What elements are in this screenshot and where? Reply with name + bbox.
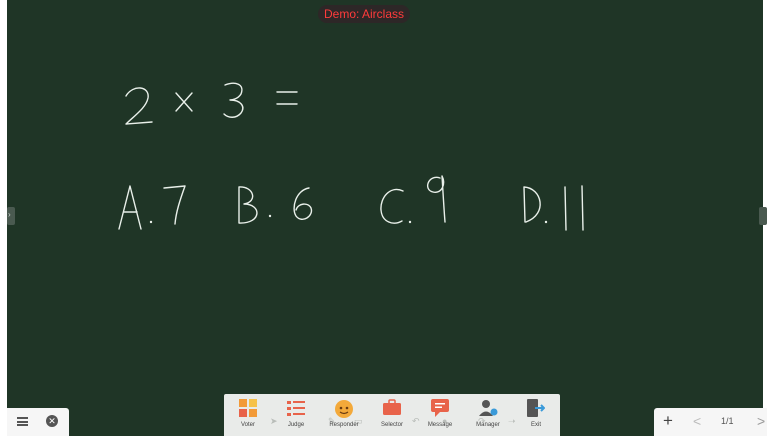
ink-digit-1b <box>581 185 584 231</box>
close-icon[interactable]: ✕ <box>46 415 58 427</box>
ink-letter-a <box>118 185 142 230</box>
menu-icon[interactable] <box>17 417 28 426</box>
tool-selector[interactable]: Selector <box>368 394 416 436</box>
exit-icon <box>527 399 545 417</box>
next-page-button[interactable]: > <box>757 413 765 429</box>
ink-letter-d <box>523 186 541 223</box>
left-control-bar: ✕ <box>7 408 69 436</box>
message-icon <box>431 399 449 417</box>
ink-digit-6 <box>293 187 313 220</box>
manager-icon <box>479 400 498 416</box>
ink-letter-b <box>238 186 258 224</box>
tool-exit[interactable]: Exit <box>512 394 560 436</box>
responder-icon <box>335 400 353 418</box>
ink-digit-3 <box>223 82 244 118</box>
judge-icon <box>287 401 305 416</box>
prev-page-button[interactable]: < <box>693 413 701 429</box>
voter-icon <box>239 399 257 417</box>
selector-icon <box>383 399 401 415</box>
add-page-button[interactable]: + <box>663 411 673 431</box>
airclass-toolbar: ➤ ✎ ▭ ↶ ● ↷ ➝ Voter Judge Responder Sele… <box>224 394 560 436</box>
ink-digit-7 <box>163 185 186 225</box>
tool-judge[interactable]: Judge <box>272 394 320 436</box>
tool-message[interactable]: Message <box>416 394 464 436</box>
tool-voter[interactable]: Voter <box>224 394 272 436</box>
ink-digit-9 <box>426 175 446 223</box>
page-indicator: 1/1 <box>721 416 734 426</box>
ink-digit-2 <box>125 87 153 125</box>
ink-digit-1a <box>564 186 567 231</box>
ink-letter-c <box>380 188 404 224</box>
tool-manager[interactable]: Manager <box>464 394 512 436</box>
tool-responder[interactable]: Responder <box>320 394 368 436</box>
page-control-bar: + < 1/1 > <box>654 408 767 436</box>
handwriting-layer <box>118 82 584 231</box>
